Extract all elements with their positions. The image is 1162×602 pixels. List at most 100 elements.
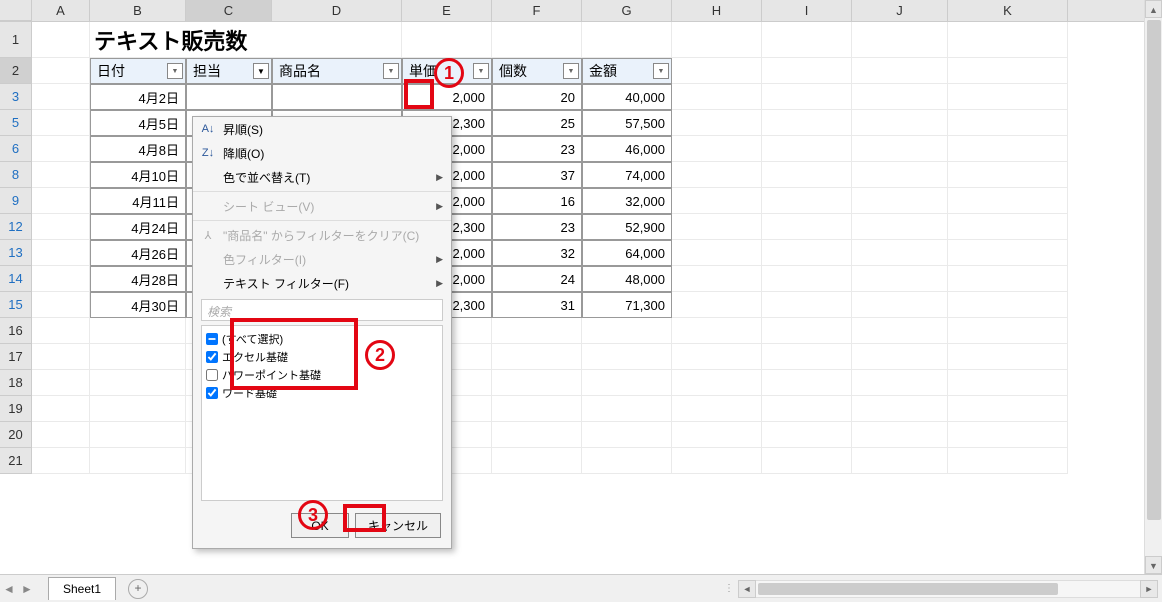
checkbox[interactable] — [206, 351, 218, 363]
cell[interactable] — [762, 344, 852, 370]
cell-qty[interactable]: 37 — [492, 162, 582, 188]
header-date[interactable]: 日付 — [90, 58, 186, 84]
cell[interactable] — [672, 318, 762, 344]
cell[interactable] — [948, 84, 1068, 110]
cell[interactable] — [762, 292, 852, 318]
cell[interactable] — [492, 370, 582, 396]
cell[interactable] — [32, 448, 90, 474]
cell-date[interactable]: 4月30日 — [90, 292, 186, 318]
row-header[interactable]: 3 — [0, 84, 32, 110]
cell[interactable] — [492, 318, 582, 344]
cell[interactable] — [948, 136, 1068, 162]
cell[interactable] — [762, 448, 852, 474]
cell-date[interactable]: 4月24日 — [90, 214, 186, 240]
check-item[interactable]: パワーポイント基礎 — [206, 366, 438, 384]
cell[interactable] — [32, 370, 90, 396]
cell[interactable] — [32, 240, 90, 266]
cell[interactable] — [852, 22, 948, 58]
filter-button-active[interactable]: ▼ — [253, 63, 269, 79]
scroll-thumb[interactable] — [758, 583, 1058, 595]
row-header[interactable]: 16 — [0, 318, 32, 344]
col-header-F[interactable]: F — [492, 0, 582, 21]
cell[interactable] — [948, 318, 1068, 344]
cell[interactable] — [948, 110, 1068, 136]
scroll-thumb[interactable] — [1147, 20, 1161, 520]
cell[interactable] — [32, 266, 90, 292]
cell[interactable] — [852, 448, 948, 474]
tab-nav-prev[interactable]: ◄ — [0, 582, 18, 596]
row-header[interactable]: 15 — [0, 292, 32, 318]
cell[interactable] — [90, 344, 186, 370]
col-header-G[interactable]: G — [582, 0, 672, 21]
cell[interactable] — [492, 22, 582, 58]
cell[interactable] — [948, 370, 1068, 396]
cell-qty[interactable]: 23 — [492, 136, 582, 162]
cell-amount[interactable]: 52,900 — [582, 214, 672, 240]
scroll-track[interactable] — [756, 580, 1140, 598]
row-header[interactable]: 6 — [0, 136, 32, 162]
row-header[interactable]: 21 — [0, 448, 32, 474]
col-header-B[interactable]: B — [90, 0, 186, 21]
cell[interactable] — [672, 162, 762, 188]
cell[interactable] — [762, 58, 852, 84]
filter-button[interactable] — [473, 63, 489, 79]
cell[interactable] — [672, 344, 762, 370]
cell[interactable] — [32, 344, 90, 370]
cell[interactable] — [582, 344, 672, 370]
cell[interactable] — [32, 318, 90, 344]
cell-qty[interactable]: 24 — [492, 266, 582, 292]
row-header[interactable]: 19 — [0, 396, 32, 422]
cell[interactable] — [762, 318, 852, 344]
cell[interactable] — [948, 58, 1068, 84]
cell[interactable] — [32, 136, 90, 162]
cell[interactable] — [948, 292, 1068, 318]
cell[interactable] — [762, 110, 852, 136]
cell-date[interactable]: 4月26日 — [90, 240, 186, 266]
sort-ascending[interactable]: A↓昇順(S) — [193, 117, 451, 141]
header-staff[interactable]: 担当▼ — [186, 58, 272, 84]
cell[interactable] — [762, 162, 852, 188]
cell[interactable] — [948, 22, 1068, 58]
cell[interactable] — [852, 266, 948, 292]
cell[interactable] — [672, 266, 762, 292]
scroll-up-button[interactable]: ▲ — [1145, 0, 1162, 18]
cell[interactable] — [32, 214, 90, 240]
tab-nav-next[interactable]: ► — [18, 582, 36, 596]
cell[interactable] — [852, 214, 948, 240]
cell[interactable] — [32, 422, 90, 448]
cell[interactable] — [852, 292, 948, 318]
cell-qty[interactable]: 20 — [492, 84, 582, 110]
checkbox[interactable] — [206, 369, 218, 381]
cell[interactable] — [90, 448, 186, 474]
filter-button[interactable] — [167, 63, 183, 79]
col-header-D[interactable]: D — [272, 0, 402, 21]
cell[interactable] — [672, 22, 762, 58]
check-item[interactable]: エクセル基礎 — [206, 348, 438, 366]
cell[interactable] — [948, 448, 1068, 474]
col-header-J[interactable]: J — [852, 0, 948, 21]
col-header-C[interactable]: C — [186, 0, 272, 21]
cell-qty[interactable]: 31 — [492, 292, 582, 318]
cell[interactable] — [582, 370, 672, 396]
header-product[interactable]: 商品名 — [272, 58, 402, 84]
cell[interactable] — [32, 110, 90, 136]
cell[interactable] — [852, 240, 948, 266]
cell[interactable] — [762, 84, 852, 110]
cell[interactable] — [852, 110, 948, 136]
cell[interactable] — [852, 162, 948, 188]
cell-date[interactable]: 4月10日 — [90, 162, 186, 188]
cell[interactable] — [492, 344, 582, 370]
cell-amount[interactable]: 32,000 — [582, 188, 672, 214]
checkbox[interactable] — [206, 333, 218, 345]
cell[interactable] — [852, 370, 948, 396]
cell[interactable] — [582, 422, 672, 448]
cell[interactable] — [762, 22, 852, 58]
select-all-corner[interactable] — [0, 0, 32, 21]
cell[interactable] — [948, 396, 1068, 422]
cell[interactable] — [32, 188, 90, 214]
cell[interactable] — [672, 370, 762, 396]
cell[interactable] — [90, 422, 186, 448]
cell-date[interactable]: 4月5日 — [90, 110, 186, 136]
cell[interactable] — [852, 422, 948, 448]
col-header-I[interactable]: I — [762, 0, 852, 21]
